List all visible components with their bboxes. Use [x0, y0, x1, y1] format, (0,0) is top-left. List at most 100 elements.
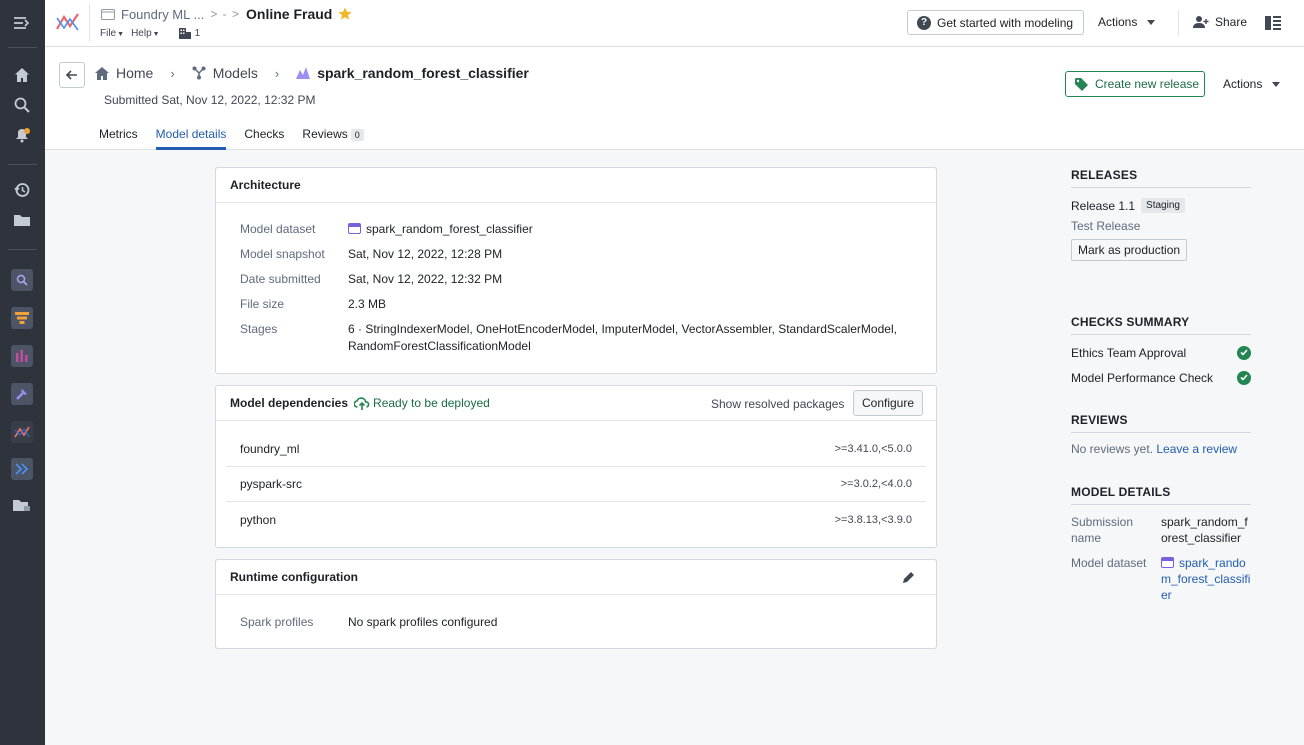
cloud-upload-icon — [354, 396, 370, 410]
home-icon — [95, 66, 109, 80]
left-rail — [0, 0, 45, 745]
dependencies-title: Model dependencies — [230, 396, 349, 410]
chevron-down-icon — [1272, 81, 1281, 87]
star-icon[interactable] — [338, 7, 352, 21]
deploy-status: Ready to be deployed — [354, 396, 490, 410]
edit-pencil-icon[interactable] — [902, 571, 915, 584]
back-button[interactable] — [59, 62, 85, 88]
notifications-icon[interactable] — [11, 124, 33, 146]
reviews-count-badge: 0 — [350, 129, 364, 141]
model-icon — [296, 67, 311, 79]
staging-tag: Staging — [1141, 198, 1185, 213]
folder-icon[interactable] — [11, 209, 33, 231]
releases-section: RELEASES Release 1.1 Staging Test Releas… — [1071, 168, 1251, 261]
dependencies-card: Model dependencies Ready to be deployed … — [215, 385, 937, 548]
tab-checks[interactable]: Checks — [244, 127, 284, 150]
breadcrumb: Home › Models › spark_random_forest_clas… — [95, 65, 529, 81]
show-resolved-packages[interactable]: Show resolved packages — [711, 397, 844, 411]
reports-app-icon[interactable] — [11, 345, 33, 367]
modeling-app-icon[interactable] — [11, 421, 33, 443]
releases-title: RELEASES — [1071, 168, 1251, 188]
no-reviews-text: No reviews yet. — [1071, 442, 1154, 456]
help-menu[interactable]: Help▼ — [131, 28, 160, 39]
reviews-section: REVIEWS No reviews yet. Leave a review — [1071, 413, 1251, 456]
architecture-card: Architecture Model dataset spark_random_… — [215, 167, 937, 374]
files-app-icon[interactable] — [11, 494, 33, 516]
breadcrumb-current: spark_random_forest_classifier — [317, 65, 529, 81]
page-header: Home › Models › spark_random_forest_clas… — [45, 47, 1304, 150]
breadcrumb-home[interactable]: Home — [116, 65, 153, 81]
dataset-icon — [1161, 557, 1174, 568]
submission-row: Submission name spark_random_f orest_cla… — [1071, 515, 1248, 545]
contour-app-icon[interactable] — [11, 307, 33, 329]
chevron-right-icon: › — [170, 65, 175, 81]
home-icon[interactable] — [11, 64, 33, 86]
create-release-button[interactable]: Create new release — [1065, 71, 1205, 97]
quiver-app-icon[interactable] — [11, 269, 33, 291]
tool-app-icon[interactable] — [11, 383, 33, 405]
path-separator: > - > — [210, 7, 241, 21]
file-menu[interactable]: File▼ — [100, 28, 124, 39]
reviews-title: REVIEWS — [1071, 413, 1251, 433]
dataset-row: Model dataset spark_rando m_forest_class… — [1071, 555, 1251, 603]
dependencies-header: Model dependencies Ready to be deployed … — [216, 386, 936, 421]
model-details-section: MODEL DETAILS Submission name spark_rand… — [1071, 485, 1251, 603]
check-item[interactable]: Model Performance Check — [1071, 365, 1251, 390]
tab-bar: Metrics Model details Checks Reviews 0 — [99, 127, 364, 150]
runtime-title: Runtime configuration — [230, 570, 358, 584]
arch-row-dataset: Model dataset spark_random_forest_classi… — [240, 221, 533, 238]
project-title[interactable]: Online Fraud — [246, 6, 332, 22]
details-dataset-link[interactable]: spark_rando m_forest_classifi er — [1161, 555, 1250, 603]
top-bar: Foundry ML ... > - > Online Fraud File▼ … — [45, 0, 1304, 47]
share-button[interactable]: Share — [1193, 15, 1247, 29]
workspace-count[interactable]: 1 — [178, 28, 200, 39]
chevron-down-icon — [1147, 19, 1156, 25]
history-icon[interactable] — [11, 179, 33, 201]
mark-production-button[interactable]: Mark as production — [1071, 239, 1188, 261]
dependency-row: pyspark-src >=3.0.2,<4.0.0 — [226, 467, 926, 502]
top-actions-menu[interactable]: Actions — [1098, 15, 1156, 29]
checks-title: CHECKS SUMMARY — [1071, 315, 1251, 335]
runtime-header: Runtime configuration — [216, 560, 936, 595]
models-icon — [192, 66, 206, 80]
submitted-date: Submitted Sat, Nov 12, 2022, 12:32 PM — [104, 93, 316, 107]
chevron-right-icon: › — [274, 65, 280, 81]
checks-section: CHECKS SUMMARY Ethics Team Approval Mode… — [1071, 315, 1251, 390]
check-item[interactable]: Ethics Team Approval — [1071, 340, 1251, 365]
search-icon[interactable] — [11, 94, 33, 116]
menu-expand-icon[interactable] — [11, 12, 33, 34]
check-passed-icon — [1237, 370, 1251, 385]
model-dataset-link[interactable]: spark_random_forest_classifier — [348, 221, 533, 238]
header-actions-menu[interactable]: Actions — [1223, 77, 1281, 91]
tab-reviews[interactable]: Reviews 0 — [302, 127, 364, 150]
arch-row-date: Date submitted Sat, Nov 12, 2022, 12:32 … — [240, 272, 503, 286]
arrow-left-icon — [66, 70, 77, 80]
release-name[interactable]: Release 1.1 — [1071, 199, 1135, 213]
pipeline-app-icon[interactable] — [11, 458, 33, 480]
breadcrumb-models[interactable]: Models — [213, 65, 258, 81]
arch-row-stages: Stages 6 · StringIndexerModel, OneHotEnc… — [240, 322, 897, 353]
folder-outline-icon — [101, 8, 115, 20]
share-people-icon — [1193, 16, 1209, 28]
building-icon — [178, 28, 191, 39]
model-details-title: MODEL DETAILS — [1071, 485, 1251, 505]
tab-model-details[interactable]: Model details — [155, 127, 226, 150]
arch-row-snapshot: Model snapshot Sat, Nov 12, 2022, 12:28 … — [240, 247, 503, 261]
dataset-icon — [348, 223, 361, 234]
arch-row-filesize: File size 2.3 MB — [240, 297, 387, 311]
get-started-button[interactable]: ? Get started with modeling — [907, 10, 1084, 35]
leave-review-link[interactable]: Leave a review — [1156, 442, 1237, 456]
side-panel-icon[interactable] — [1265, 16, 1281, 30]
dependency-row: foundry_ml >=3.41.0,<5.0.0 — [226, 432, 926, 467]
help-icon: ? — [917, 15, 931, 30]
runtime-row: Spark profiles No spark profiles configu… — [240, 615, 498, 629]
tab-metrics[interactable]: Metrics — [99, 127, 138, 150]
runtime-card: Runtime configuration Spark profiles No … — [215, 559, 937, 649]
check-passed-icon — [1237, 345, 1251, 360]
configure-button[interactable]: Configure — [853, 390, 923, 416]
folder-link[interactable]: Foundry ML ... — [121, 7, 204, 22]
modeling-logo-icon — [55, 12, 81, 34]
tag-icon — [1075, 77, 1088, 91]
release-description: Test Release — [1071, 219, 1141, 233]
dependency-row: python >=3.8.13,<3.9.0 — [240, 512, 912, 527]
